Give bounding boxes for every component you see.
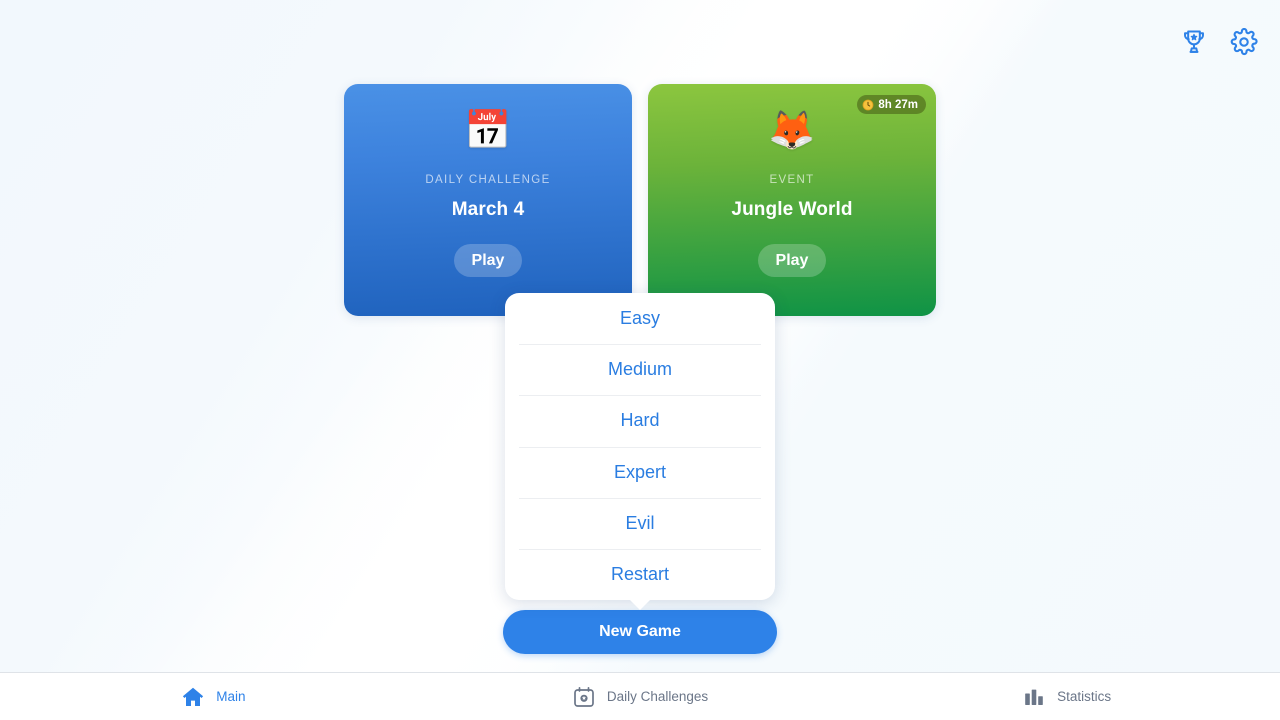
home-icon bbox=[183, 687, 204, 706]
event-timer-badge: 8h 27m bbox=[857, 95, 926, 114]
calendar-star-emoji: 📅 bbox=[464, 110, 512, 152]
daily-challenge-title: March 4 bbox=[451, 199, 525, 220]
event-kicker: EVENT bbox=[769, 174, 815, 186]
nav-item-main[interactable]: Main bbox=[0, 673, 427, 720]
trophy-icon[interactable] bbox=[1180, 28, 1208, 56]
menu-item-easy[interactable]: Easy bbox=[505, 293, 775, 344]
clock-icon bbox=[862, 99, 874, 110]
top-bar bbox=[1180, 0, 1280, 84]
nav-label-statistics: Statistics bbox=[1057, 689, 1112, 704]
event-card[interactable]: 8h 27m 🦊 EVENT Jungle World Play bbox=[648, 84, 936, 316]
menu-item-expert[interactable]: Expert bbox=[505, 446, 775, 498]
nav-item-daily-challenges[interactable]: Daily Challenges bbox=[427, 673, 854, 720]
menu-item-restart[interactable]: Restart bbox=[505, 548, 775, 600]
event-play-button[interactable]: Play bbox=[758, 244, 826, 277]
gear-icon[interactable] bbox=[1230, 28, 1258, 56]
menu-item-evil[interactable]: Evil bbox=[505, 497, 775, 549]
difficulty-menu-popover: Easy Medium Hard Expert Evil Restart bbox=[505, 293, 775, 600]
event-timer-text: 8h 27m bbox=[878, 98, 918, 111]
menu-item-hard[interactable]: Hard bbox=[505, 395, 775, 446]
event-title: Jungle World bbox=[731, 199, 853, 220]
daily-challenge-kicker: DAILY CHALLENGE bbox=[425, 174, 551, 186]
new-game-button[interactable]: New Game bbox=[503, 610, 777, 654]
menu-item-medium[interactable]: Medium bbox=[505, 344, 775, 395]
bar-chart-icon bbox=[1025, 689, 1043, 705]
nav-label-daily-challenges: Daily Challenges bbox=[606, 689, 709, 704]
daily-challenge-card[interactable]: 📅 DAILY CHALLENGE March 4 Play bbox=[344, 84, 632, 316]
calendar-star-icon bbox=[573, 686, 594, 707]
nav-label-main: Main bbox=[216, 689, 246, 704]
fox-jungle-emoji: 🦊 bbox=[768, 110, 816, 152]
game-cards-row: 📅 DAILY CHALLENGE March 4 Play 8h 27m 🦊 … bbox=[344, 84, 936, 316]
daily-challenge-play-button[interactable]: Play bbox=[454, 244, 522, 277]
nav-item-statistics[interactable]: Statistics bbox=[853, 673, 1280, 720]
bottom-navigation-bar: Main Daily Challenges Statistics bbox=[0, 672, 1280, 720]
